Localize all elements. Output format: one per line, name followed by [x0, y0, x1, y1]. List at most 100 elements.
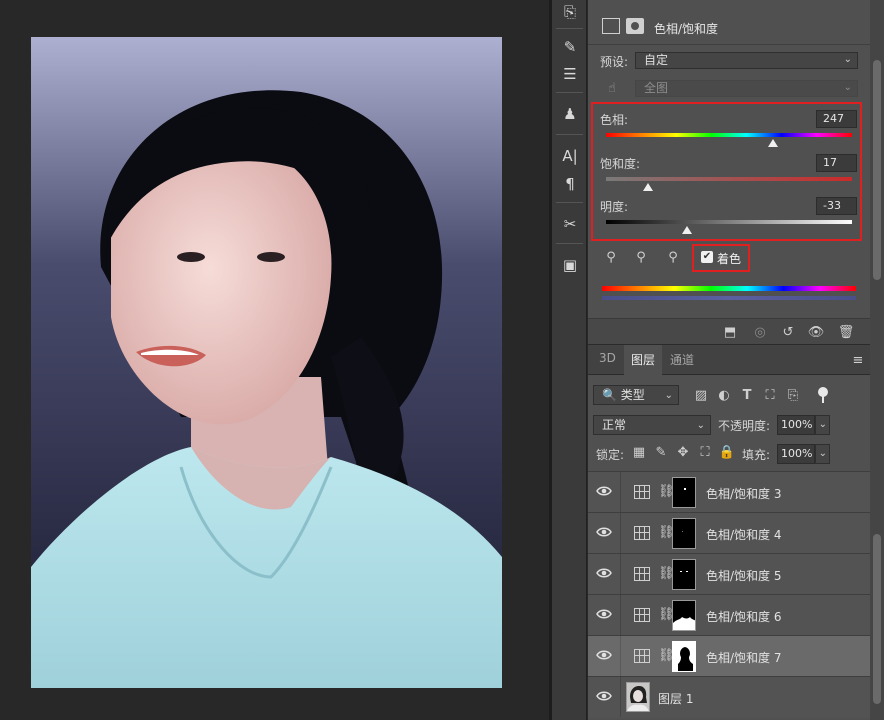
layer-mask-icon[interactable]: [626, 18, 644, 34]
layer-row[interactable]: ⛓ 色相/饱和度 5: [588, 553, 870, 594]
range-dropdown[interactable]: 全图 ⌄: [635, 80, 858, 97]
chevron-down-icon: ⌄: [843, 54, 852, 65]
history-icon[interactable]: ⎘: [557, 0, 583, 24]
layer-name: 色相/饱和度 4: [706, 528, 782, 542]
layer-filter-dropdown[interactable]: 🔍 类型 ⌄: [593, 385, 679, 405]
filter-shape-icon[interactable]: ⛶: [762, 387, 778, 403]
row-divider: [620, 677, 621, 717]
tab-layers-bg[interactable]: 图层: [624, 345, 662, 375]
tool-presets-icon[interactable]: ✂: [557, 212, 583, 236]
layer-row[interactable]: ⛓ 色相/饱和度 6: [588, 594, 870, 635]
layer-row[interactable]: ⛓ 色相/饱和度 4: [588, 512, 870, 553]
eyedropper-subtract-icon[interactable]: ⚲: [664, 248, 682, 266]
range-value: 全图: [644, 81, 669, 95]
layers-tabbar: 3D 图层 通道 ≡: [588, 345, 870, 375]
strip-divider: [556, 202, 583, 203]
tab-channels[interactable]: 通道: [670, 351, 694, 368]
portrait-photo: [31, 37, 502, 688]
view-previous-state-icon[interactable]: ◎: [750, 324, 770, 340]
lock-artboard-icon[interactable]: ⛶: [698, 445, 712, 460]
colorize-checkbox[interactable]: ✔: [701, 251, 713, 263]
tab-layers[interactable]: 图层: [631, 351, 655, 368]
filter-smart-object-icon[interactable]: ⎘: [785, 387, 801, 403]
document-canvas[interactable]: [0, 0, 549, 720]
visibility-eye-icon[interactable]: [596, 485, 612, 497]
filter-type-icon[interactable]: T: [739, 387, 755, 403]
chevron-down-icon: ⌄: [664, 390, 673, 401]
lock-position-icon[interactable]: ✥: [676, 445, 690, 460]
opacity-label: 不透明度:: [718, 419, 771, 433]
blend-mode-dropdown[interactable]: 正常 ⌄: [593, 415, 711, 435]
preset-dropdown[interactable]: 自定 ⌄: [635, 52, 858, 69]
visibility-eye-icon[interactable]: [596, 690, 612, 702]
layer-name: 色相/饱和度 7: [706, 651, 782, 665]
row-divider: [620, 554, 621, 594]
layer-filter-value: 类型: [620, 388, 645, 402]
visibility-eye-icon[interactable]: [596, 567, 612, 579]
layer-name: 色相/饱和度 6: [706, 610, 782, 624]
strip-divider: [556, 243, 583, 244]
lock-label: 锁定:: [596, 448, 625, 462]
blend-mode-value: 正常: [602, 418, 627, 432]
panel-menu-icon[interactable]: ≡: [850, 353, 866, 368]
tab-3d[interactable]: 3D: [599, 351, 616, 365]
scrollbar-thumb[interactable]: [873, 60, 881, 280]
visibility-eye-icon[interactable]: [596, 608, 612, 620]
layer-mask-thumbnail[interactable]: [672, 641, 696, 672]
filter-adjustment-icon[interactable]: ◐: [716, 387, 732, 403]
layer-thumbnail[interactable]: [626, 682, 650, 712]
visibility-eye-icon[interactable]: [596, 649, 612, 661]
layer-mask-thumbnail[interactable]: [672, 477, 696, 508]
reset-icon[interactable]: ↺: [778, 324, 798, 340]
fill-input[interactable]: 100%: [777, 444, 815, 464]
delete-adjustment-icon[interactable]: 🗑: [836, 324, 856, 340]
adjustment-layer-icon: [634, 608, 650, 622]
panel-icon-strip: ⎘ ✎ ☰ ♟ A| ¶ ✂ ▣: [552, 0, 587, 720]
layer-row[interactable]: 图层 1: [588, 676, 870, 718]
on-image-adjust-hand-icon[interactable]: ☝: [602, 78, 622, 98]
adjustment-title: 色相/饱和度: [654, 22, 719, 36]
layer-mask-thumbnail[interactable]: [672, 600, 696, 631]
navigator-icon[interactable]: ▣: [557, 253, 583, 277]
paragraph-icon[interactable]: ¶: [557, 172, 583, 196]
scrollbar-thumb[interactable]: [873, 534, 881, 704]
layer-name: 色相/饱和度 5: [706, 569, 782, 583]
lock-all-icon[interactable]: 🔒: [719, 445, 735, 460]
search-icon: 🔍: [602, 388, 617, 402]
character-icon[interactable]: A|: [557, 144, 583, 168]
clone-source-icon[interactable]: ♟: [557, 102, 583, 126]
properties-scrollbar[interactable]: [870, 0, 884, 344]
adjustment-layer-icon: [634, 526, 650, 540]
layer-row-selected[interactable]: ⛓ 色相/饱和度 7: [588, 635, 870, 676]
preset-value: 自定: [644, 53, 669, 67]
fill-dropdown[interactable]: ⌄: [815, 444, 830, 464]
layers-scrollbar[interactable]: [870, 344, 884, 720]
row-divider: [620, 513, 621, 553]
adjustment-layer-icon: [634, 567, 650, 581]
adjustment-layer-icon: [634, 649, 650, 663]
layer-row[interactable]: ⛓ 色相/饱和度 3: [588, 471, 870, 512]
clip-to-layer-icon[interactable]: ⬒: [720, 324, 740, 340]
layers-panel: 3D 图层 通道 ≡ 🔍 类型 ⌄ ▨ ◐ T ⛶ ⎘ 正常 ⌄ 不透明度: 1…: [588, 344, 870, 720]
layer-mask-thumbnail[interactable]: [672, 518, 696, 549]
hue-spectrum-bar: [602, 286, 856, 291]
row-divider: [620, 472, 621, 512]
visibility-eye-icon[interactable]: 👁: [806, 324, 826, 340]
layer-name: 色相/饱和度 3: [706, 487, 782, 501]
eyedropper-icon[interactable]: ⚲: [602, 248, 620, 266]
opacity-input[interactable]: 100%: [777, 415, 815, 435]
layer-mask-thumbnail[interactable]: [672, 559, 696, 590]
row-divider: [620, 636, 621, 676]
brush-settings-icon[interactable]: ☰: [557, 62, 583, 86]
chevron-down-icon: ⌄: [818, 448, 827, 459]
lock-image-pixels-icon[interactable]: ✎: [654, 445, 668, 460]
visibility-eye-icon[interactable]: [596, 526, 612, 538]
filter-toggle-stem: [822, 395, 824, 403]
strip-divider: [556, 134, 583, 135]
lock-transparent-pixels-icon[interactable]: ▦: [632, 445, 646, 460]
eyedropper-add-icon[interactable]: ⚲: [632, 248, 650, 266]
opacity-dropdown[interactable]: ⌄: [815, 415, 830, 435]
filter-pixel-icon[interactable]: ▨: [693, 387, 709, 403]
row-divider: [620, 595, 621, 635]
brush-icon[interactable]: ✎: [557, 35, 583, 59]
